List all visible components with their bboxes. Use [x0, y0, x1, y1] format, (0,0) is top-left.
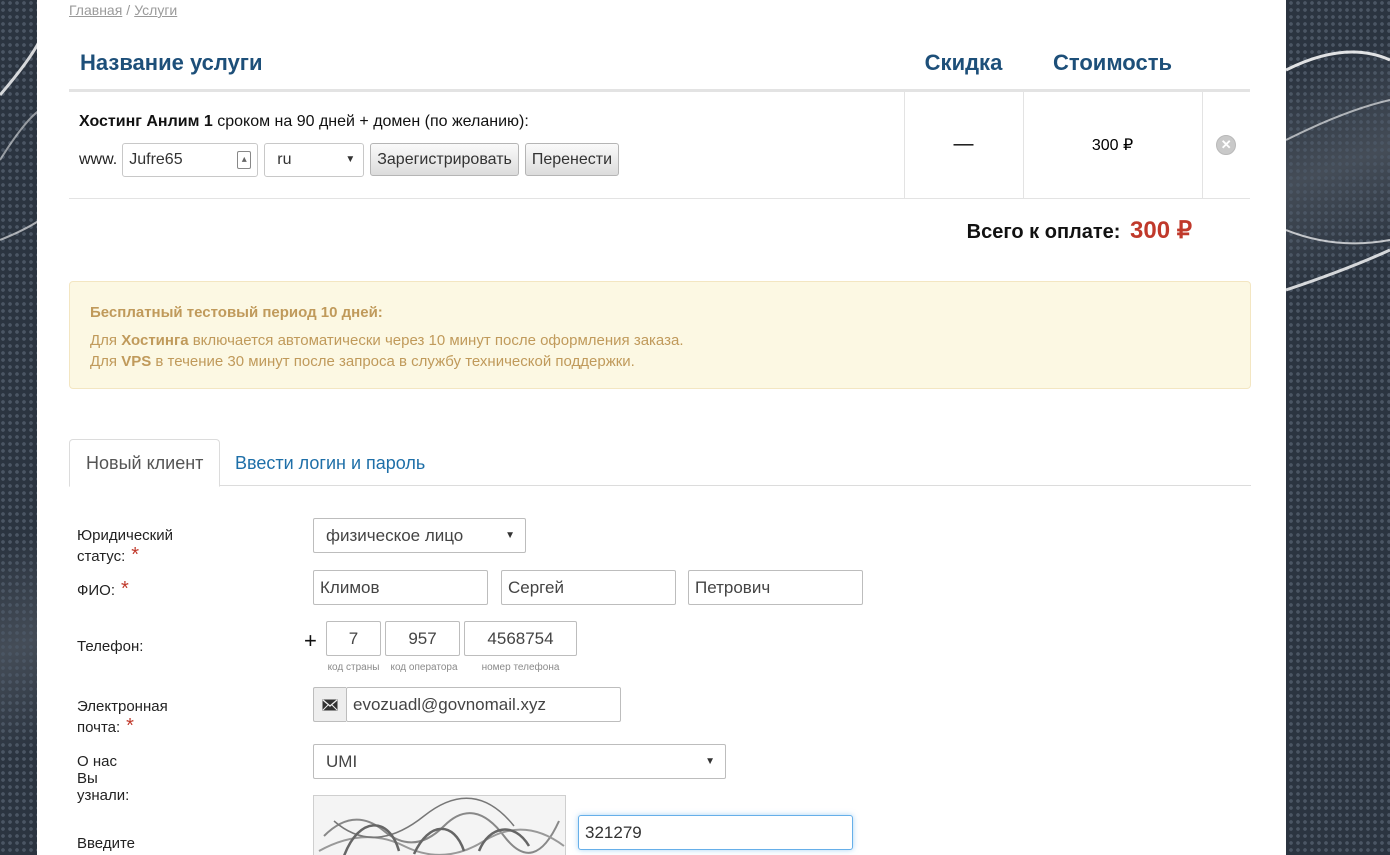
table-row: Хостинг Анлим 1 сроком на 90 дней + доме…	[69, 90, 1250, 199]
phone-plus-sign: +	[304, 628, 317, 653]
www-prefix: www.	[79, 150, 118, 168]
notice-line-vps: Для VPS в течение 30 минут после запроса…	[90, 351, 1230, 372]
service-cell: Хостинг Анлим 1 сроком на 90 дней + доме…	[69, 90, 905, 199]
breadcrumb-home-link[interactable]: Главная	[69, 2, 122, 18]
notice-text: в течение 30 минут после запроса в служб…	[151, 353, 635, 370]
phone-operator-input[interactable]: 957	[385, 621, 460, 656]
notice-line-hosting: Для Хостинга включается автоматически че…	[90, 330, 1230, 351]
domain-row: www. Jufre65 ▴ ru ▼ Зарегистрировать Пер…	[79, 142, 894, 177]
register-domain-button[interactable]: Зарегистрировать	[370, 143, 519, 176]
email-input[interactable]: evozuadl@govnomail.xyz	[346, 687, 621, 722]
domain-zone-select[interactable]: ru ▼	[264, 142, 365, 177]
captcha-input[interactable]: 321279	[578, 815, 853, 850]
envelope-icon	[313, 687, 346, 722]
tab-new-client[interactable]: Новый клиент	[69, 439, 221, 487]
legal-status-label-text: Юридический статус:	[77, 527, 173, 565]
fio-label: ФИО: *	[77, 578, 129, 601]
legal-status-label: Юридический статус: *	[77, 527, 173, 567]
notice-text: Для	[90, 332, 122, 349]
hint-operator-code: код оператора	[390, 662, 458, 673]
hint-country-code: код страны	[327, 662, 380, 673]
domain-name-value: Jufre65	[129, 150, 183, 168]
service-name: Хостинг Анлим 1	[79, 112, 213, 130]
last-name-input[interactable]: Климов	[313, 570, 488, 605]
legal-status-value: физическое лицо	[326, 525, 464, 545]
domain-zone-value: ru	[277, 150, 292, 168]
header-cost: Стоимость	[1023, 38, 1202, 92]
breadcrumb: Главная / Услуги	[69, 2, 177, 18]
chevron-down-icon: ▼	[705, 756, 715, 767]
source-select[interactable]: UMI ▼	[313, 744, 726, 779]
phone-country-input[interactable]: 7	[326, 621, 381, 656]
header-discount: Скидка	[904, 38, 1023, 92]
first-name-input[interactable]: Сергей	[501, 570, 676, 605]
legal-status-select[interactable]: физическое лицо ▼	[313, 518, 526, 553]
order-total: Всего к оплате: 300 ₽	[967, 216, 1192, 245]
main-content: Главная / Услуги Название услуги Скидка Ст…	[37, 0, 1286, 855]
background-right	[1286, 0, 1390, 855]
notice-title: Бесплатный тестовый период 10 дней:	[90, 304, 383, 321]
required-mark: *	[126, 715, 134, 737]
transfer-domain-button[interactable]: Перенести	[524, 143, 620, 176]
service-title: Хостинг Анлим 1 сроком на 90 дней + доме…	[79, 113, 894, 131]
captcha-image	[313, 795, 566, 855]
remove-cell: ✕	[1202, 90, 1250, 199]
cart-table: Название услуги Скидка Стоимость Хостинг…	[69, 38, 1250, 199]
domain-name-input[interactable]: Jufre65 ▴	[122, 142, 259, 177]
trial-notice: Бесплатный тестовый период 10 дней: Для …	[69, 281, 1251, 389]
captcha-label: Введите код:*	[77, 835, 135, 855]
fio-label-text: ФИО:	[77, 582, 116, 599]
service-description: сроком на 90 дней + домен (по желанию):	[212, 112, 529, 130]
client-tabs: Новый клиент Ввести логин и пароль	[69, 439, 1251, 487]
header-remove	[1202, 38, 1250, 92]
email-label-text: Электронная почта:	[77, 698, 168, 736]
required-mark: *	[131, 544, 140, 566]
notice-bold: VPS	[121, 353, 152, 370]
notice-text: Для	[90, 353, 122, 370]
captcha-label-text: Введите код:	[77, 835, 135, 852]
email-label: Электронная почта: *	[77, 698, 168, 738]
chevron-down-icon: ▼	[345, 154, 356, 165]
required-mark: *	[121, 578, 129, 600]
hint-phone-number: номер телефона	[481, 662, 560, 673]
background-left	[0, 0, 40, 855]
notice-bold: Хостинга	[121, 332, 189, 349]
autofill-icon[interactable]: ▴	[237, 150, 252, 169]
phone-number-input[interactable]: 4568754	[464, 621, 577, 656]
chevron-down-icon: ▼	[505, 530, 515, 541]
phone-label: Телефон:	[77, 638, 144, 655]
total-amount: 300 ₽	[1130, 217, 1192, 244]
source-value: UMI	[326, 751, 358, 771]
middle-name-input[interactable]: Петрович	[688, 570, 863, 605]
tab-login[interactable]: Ввести логин и пароль	[219, 439, 441, 487]
breadcrumb-services-link[interactable]: Услуги	[134, 2, 177, 18]
source-label: О нас Вы узнали:	[77, 753, 130, 804]
header-service: Название услуги	[69, 38, 904, 92]
discount-value: —	[904, 90, 1024, 199]
breadcrumb-separator: /	[126, 2, 131, 18]
total-label: Всего к оплате:	[966, 221, 1121, 243]
notice-text: включается автоматически через 10 минут …	[188, 332, 684, 349]
price-value: 300 ₽	[1023, 90, 1203, 199]
remove-item-icon[interactable]: ✕	[1216, 134, 1237, 155]
